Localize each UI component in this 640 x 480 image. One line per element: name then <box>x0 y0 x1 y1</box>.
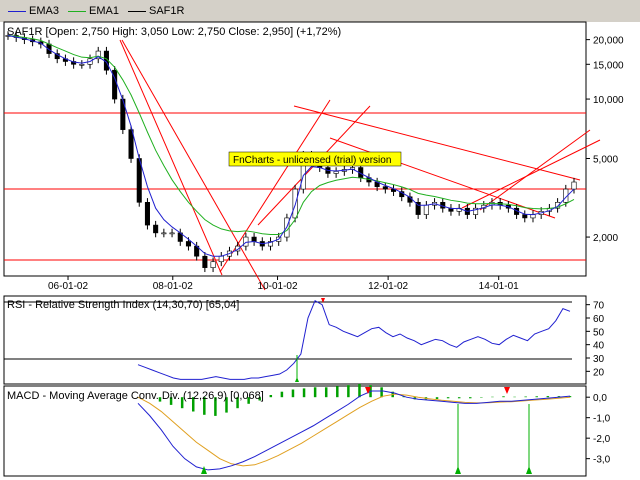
candle-body <box>530 214 536 219</box>
chart-window: EMA3 EMA1 SAF1R 20,000 15,000 10,000 5,0… <box>0 0 640 480</box>
rsi-y-tick-label: 40 <box>593 341 605 352</box>
rsi-y-tick-label: 20 <box>593 367 605 378</box>
candle-body <box>218 255 224 263</box>
candle-body <box>243 236 249 247</box>
macd-y-tick-label: 0,0 <box>593 393 607 404</box>
candle-body <box>251 236 257 242</box>
candle-body <box>169 232 175 235</box>
price-x-tick-label: 06-01-02 <box>48 281 88 292</box>
rsi-y-tick-label: 70 <box>593 301 605 312</box>
rsi-y-tick-label: 30 <box>593 354 605 365</box>
rsi-panel-title: RSI - Relative Strength Index (14,30,70)… <box>7 299 239 311</box>
chart-canvas: 20,000 15,000 10,000 5,000 2,000 06-01-02 08-… <box>3 21 624 477</box>
candle-body <box>210 261 216 268</box>
macd-y-tick-label: -3,0 <box>593 455 611 466</box>
candle-body <box>79 63 85 66</box>
candle-body <box>522 214 528 219</box>
price-x-tick-label: 08-01-02 <box>153 281 193 292</box>
price-y-tick-label: 15,000 <box>593 60 624 71</box>
macd-y-tick-label: -1,0 <box>593 414 611 425</box>
price-x-tick-label: 10-01-02 <box>258 281 298 292</box>
candle-body <box>571 181 577 190</box>
price-panel-title: SAF1R [Open: 2,750 High: 3,050 Low: 2,75… <box>7 26 341 38</box>
candle-body <box>153 224 159 234</box>
macd-panel-title: MACD - Moving Average Conv. Div. (12,26,… <box>7 390 264 402</box>
watermark-text: FnCharts - unlicensed (trial) version <box>233 155 391 166</box>
price-y-tick-label: 10,000 <box>593 95 624 106</box>
rsi-y-axis: 70 60 50 40 30 20 <box>586 301 605 378</box>
candle-body <box>202 255 208 268</box>
candle-body <box>382 186 388 190</box>
macd-y-tick-label: -2,0 <box>593 434 611 445</box>
price-y-tick-label: 20,000 <box>593 36 624 47</box>
macd-y-axis: 0,0 -1,0 -2,0 -3,0 <box>586 393 611 466</box>
candle-body <box>423 204 429 215</box>
price-y-tick-label: 2,000 <box>593 233 618 244</box>
candle-body <box>185 241 191 247</box>
price-x-axis: 06-01-02 08-01-02 10-01-02 12-01-02 14-01-01 <box>48 276 519 292</box>
rsi-y-tick-label: 50 <box>593 327 605 338</box>
price-y-axis: 20,000 15,000 10,000 5,000 2,000 <box>586 36 624 244</box>
rsi-y-tick-label: 60 <box>593 314 605 325</box>
candle-body <box>333 171 339 174</box>
price-x-tick-label: 12-01-02 <box>368 281 408 292</box>
price-x-tick-label: 14-01-01 <box>479 281 519 292</box>
candle-body <box>161 232 167 235</box>
price-y-tick-label: 5,000 <box>593 154 618 165</box>
candle-body <box>144 201 150 226</box>
